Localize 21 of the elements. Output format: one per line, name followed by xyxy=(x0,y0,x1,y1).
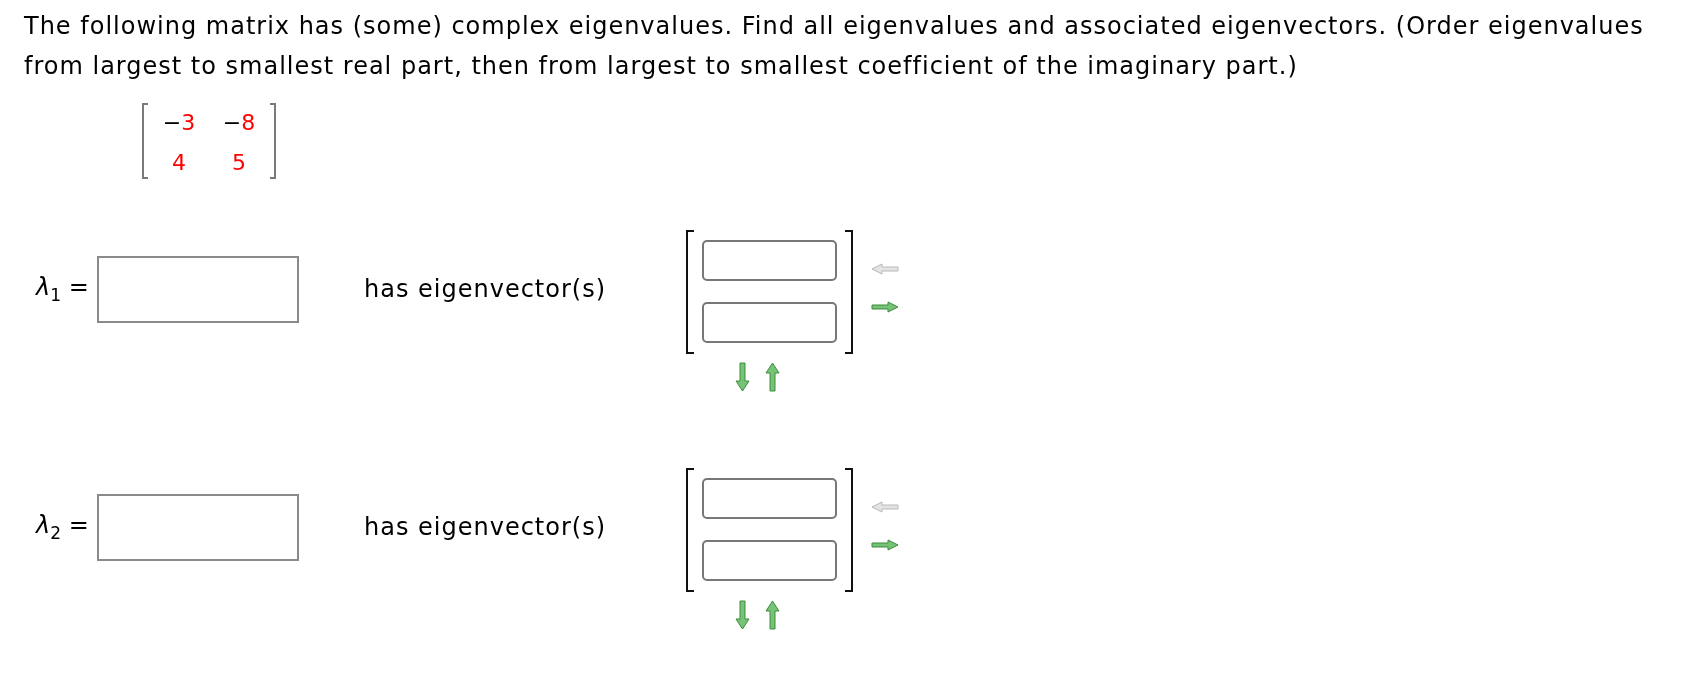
vector-entry-input[interactable] xyxy=(702,478,837,519)
right-arrow-icon[interactable] xyxy=(871,539,899,551)
vector-entry-input[interactable] xyxy=(702,302,837,343)
vector-entry-input[interactable] xyxy=(702,540,837,581)
eigenvalue-input[interactable] xyxy=(97,493,299,561)
up-arrow-icon[interactable] xyxy=(765,600,780,630)
down-arrow-icon[interactable] xyxy=(735,362,750,392)
eigenvalue-input[interactable] xyxy=(97,255,299,323)
matrix-entry: −8 xyxy=(222,109,256,137)
eigenvalue-label: λ$_{2}$ = xyxy=(34,511,90,543)
vector-entry-input[interactable] xyxy=(702,240,837,281)
up-arrow-icon[interactable] xyxy=(765,362,780,392)
eigenvector-label: has eigenvector(s) xyxy=(364,513,608,541)
down-arrow-icon[interactable] xyxy=(735,600,750,630)
eigenvector-label: has eigenvector(s) xyxy=(364,275,608,303)
question-text: The following matrix has (some) complex eigenvalues. Find all eigenvalues and associated eigenvectors. (Order eigenvalues from largest to smallest real part, then from largest to smallest coefficient of the imaginary part.) xyxy=(24,11,1645,82)
matrix-entry: 5 xyxy=(232,149,246,177)
eigenvalue-label: λ$_{1}$ = xyxy=(34,273,90,305)
matrix-entry: −3 xyxy=(162,109,196,137)
matrix-entry: 4 xyxy=(172,149,186,177)
right-arrow-icon[interactable] xyxy=(871,301,899,313)
